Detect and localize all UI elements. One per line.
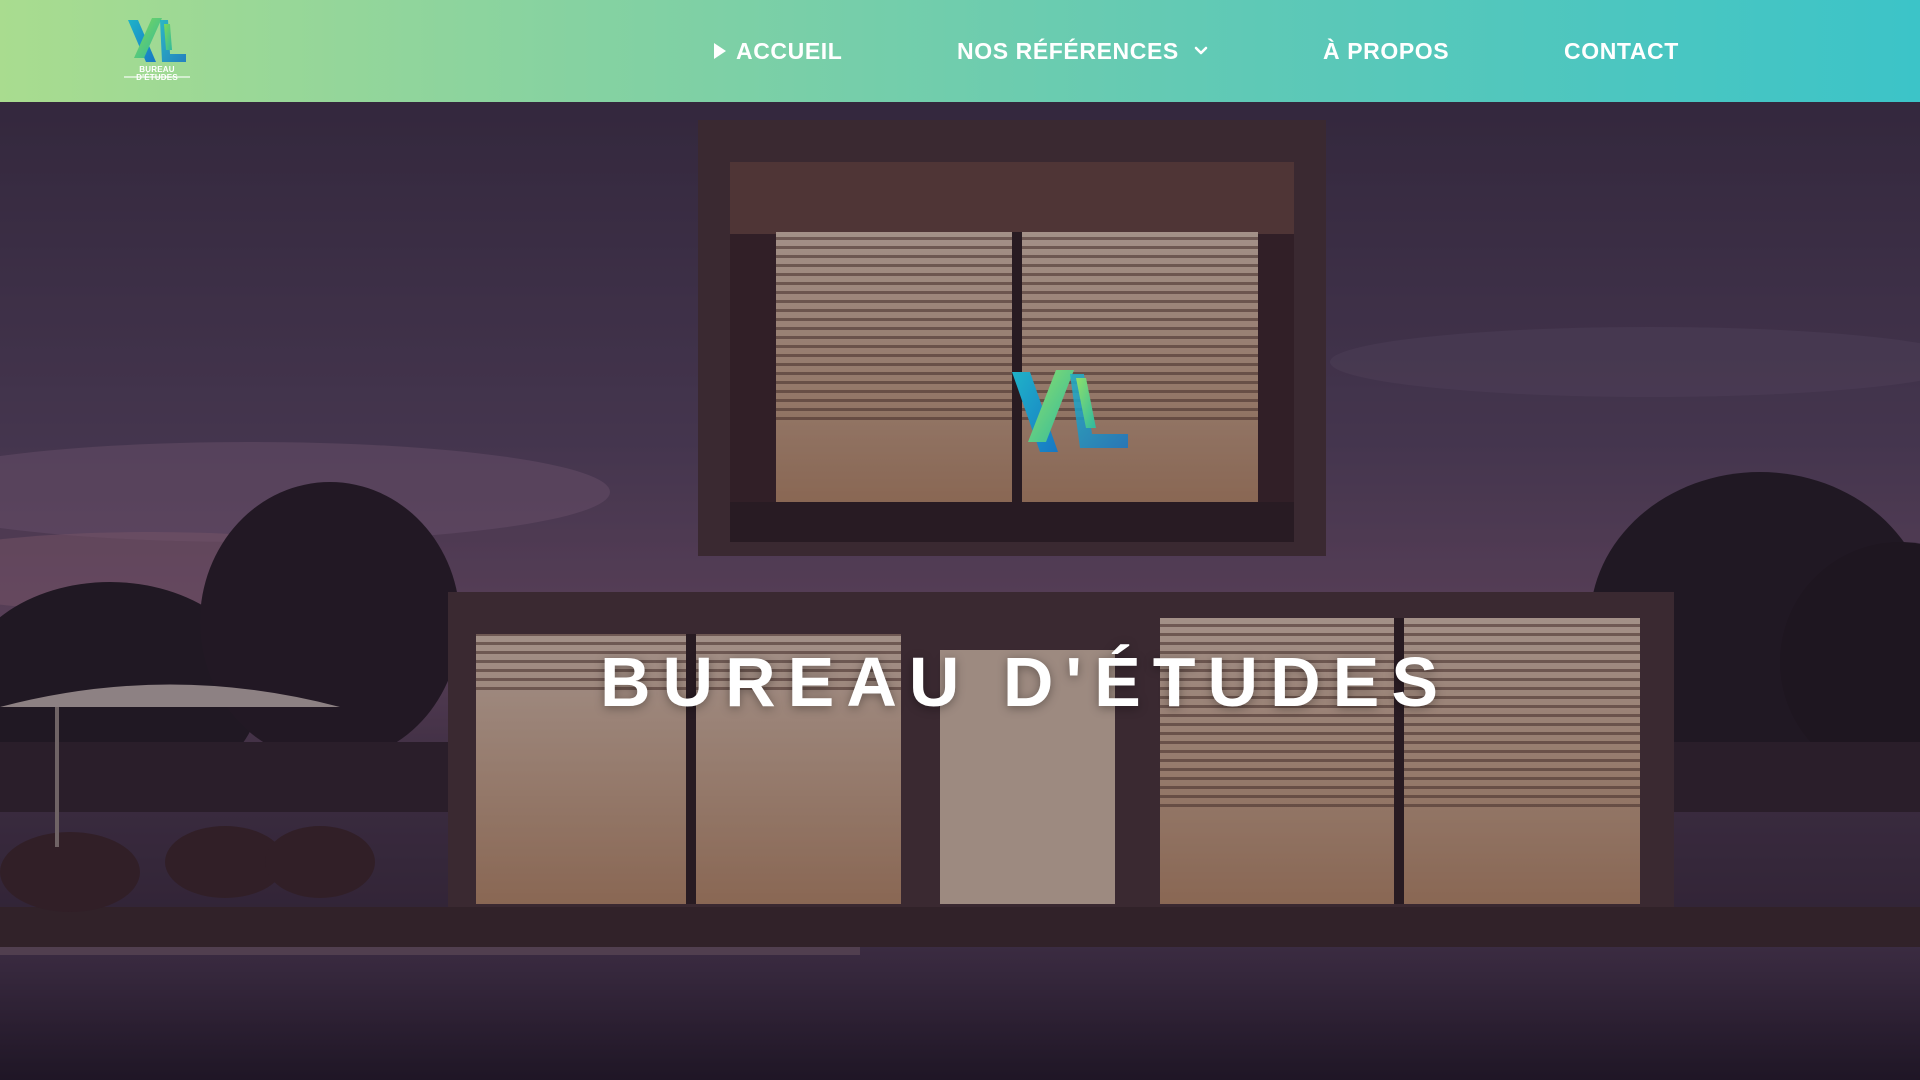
nav-contact-label: CONTACT	[1564, 37, 1679, 64]
nav-apropos[interactable]: À PROPOS	[1323, 36, 1449, 66]
hero-title: BUREAU D'ÉTUDES	[599, 643, 1451, 721]
nav-references-label: NOS RÉFÉRENCES	[957, 37, 1179, 64]
hero-section: BUREAU D'ÉTUDES	[0, 102, 1920, 1080]
hero-overlay	[0, 102, 1920, 1080]
logo-caption: BUREAU D'ÉTUDES	[136, 65, 178, 82]
nav-contact[interactable]: CONTACT	[1564, 36, 1679, 66]
xl-logo-icon	[1012, 370, 1128, 452]
nav-accueil[interactable]: ACCUEIL	[714, 36, 842, 66]
site-header: BUREAU D'ÉTUDES ACCUEIL NOS RÉFÉRENCES À…	[0, 0, 1920, 102]
nav-apropos-label: À PROPOS	[1323, 37, 1450, 64]
nav-accueil-label: ACCUEIL	[736, 37, 843, 64]
nav-references[interactable]: NOS RÉFÉRENCES	[957, 36, 1209, 66]
logo-underline	[124, 76, 190, 78]
play-triangle-icon	[714, 43, 726, 59]
chevron-down-icon	[1194, 46, 1208, 55]
